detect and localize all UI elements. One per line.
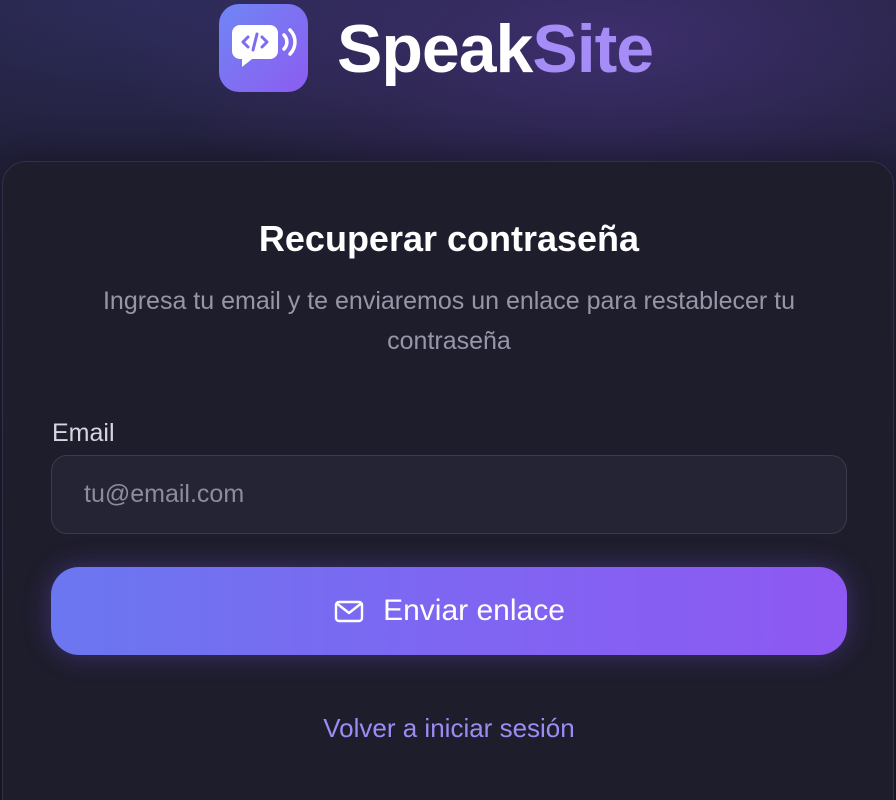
email-input[interactable] [51, 455, 847, 534]
logo[interactable] [219, 4, 308, 92]
brand-name-part1: Speak [337, 11, 533, 87]
mail-icon [333, 595, 365, 627]
send-link-button-label: Enviar enlace [383, 594, 565, 627]
brand-name-part2: Site [532, 11, 654, 87]
brand-name: SpeakSite [337, 6, 654, 92]
card-title: Recuperar contraseña [258, 218, 640, 259]
email-label: Email [52, 419, 115, 447]
speech-bubble-code-icon [231, 25, 297, 67]
password-recovery-card: Recuperar contraseña Ingresa tu email y … [2, 161, 894, 800]
back-to-login-link[interactable]: Volver a iniciar sesión [323, 713, 574, 743]
header: SpeakSite [0, 0, 896, 110]
send-link-button[interactable]: Enviar enlace [51, 567, 847, 655]
card-subtitle: Ingresa tu email y te enviaremos un enla… [102, 287, 796, 355]
back-link-container: Volver a iniciar sesión [3, 708, 895, 748]
